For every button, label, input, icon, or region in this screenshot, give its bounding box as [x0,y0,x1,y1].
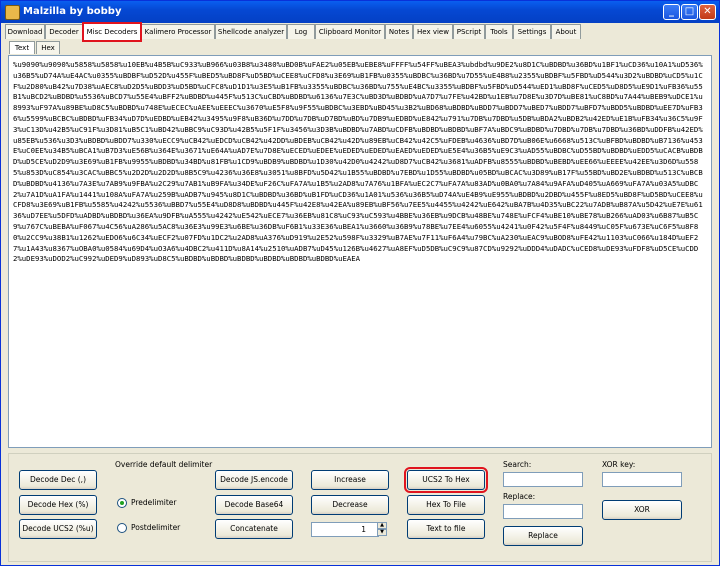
decode-js-encode-button[interactable]: Decode JS.encode [215,470,293,490]
decode-hex-button[interactable]: Decode Hex (%) [19,495,97,515]
tab-notes[interactable]: Notes [385,24,413,39]
title-bar[interactable]: Malzilla by bobby _ □ ✕ [1,1,719,23]
xor-key-input[interactable] [602,472,682,487]
xor-key-label: XOR key: [602,460,636,469]
predelimiter-label: Predelimiter [131,498,177,507]
concatenate-button[interactable]: Concatenate [215,519,293,539]
tab-shellcode-analyzer[interactable]: Shellcode analyzer [215,24,287,39]
close-button[interactable]: ✕ [699,4,716,20]
tab-log[interactable]: Log [287,24,315,39]
textarea-content: %u9090%u9090%u5858%u5858%u10EB%u4B5B%uC9… [13,60,703,264]
decrease-button[interactable]: Decrease [311,495,389,515]
tab-tools[interactable]: Tools [485,24,513,39]
text-to-file-button[interactable]: Text to file [407,519,485,539]
spin-down-icon[interactable]: ▼ [377,529,387,536]
decoder-textarea[interactable]: %u9090%u9090%u5858%u5858%u10EB%u4B5B%uC9… [8,55,712,448]
window-title: Malzilla by bobby [23,6,122,17]
tab-kalimero-processor[interactable]: Kalimero Processor [141,24,215,39]
minimize-button[interactable]: _ [663,4,680,20]
decode-base64-button[interactable]: Decode Base64 [215,495,293,515]
tab-download[interactable]: Download [5,24,45,39]
tab-pscript[interactable]: PScript [453,24,485,39]
replace-label: Replace: [503,492,536,501]
subtab-text[interactable]: Text [9,41,35,54]
delimiter-label: Override default delimiter [115,460,213,469]
replace-button[interactable]: Replace [503,526,583,546]
tab-settings[interactable]: Settings [513,24,551,39]
tab-misc-decoders[interactable]: Misc Decoders [82,22,142,42]
app-window: Malzilla by bobby _ □ ✕ Download Decoder… [0,0,720,566]
postdelimiter-label: Postdelimiter [131,523,181,532]
tab-decoder[interactable]: Decoder [45,24,83,39]
app-icon [5,5,20,20]
decode-dec-button[interactable]: Decode Dec (,) [19,470,97,490]
tab-about[interactable]: About [551,24,581,39]
subtab-hex[interactable]: Hex [36,41,60,54]
spin-value-input[interactable]: 1 [311,522,379,537]
spin-up-icon[interactable]: ▲ [377,522,387,529]
postdelimiter-radio[interactable] [117,523,127,533]
predelimiter-radio[interactable] [117,498,127,508]
replace-input[interactable] [503,504,583,519]
hex-to-file-button[interactable]: Hex To File [407,495,485,515]
increase-button[interactable]: Increase [311,470,389,490]
search-label: Search: [503,460,532,469]
tab-clipboard-monitor[interactable]: Clipboard Monitor [315,24,385,39]
xor-button[interactable]: XOR [602,500,682,520]
maximize-button[interactable]: □ [681,4,698,20]
controls-panel: Decode Dec (,) Decode Hex (%) Decode UCS… [8,453,712,562]
search-input[interactable] [503,472,583,487]
ucs2-to-hex-button[interactable]: UCS2 To Hex [404,467,488,493]
tab-hex-view[interactable]: Hex view [413,24,453,39]
decode-ucs2-button[interactable]: Decode UCS2 (%u) [19,519,97,539]
